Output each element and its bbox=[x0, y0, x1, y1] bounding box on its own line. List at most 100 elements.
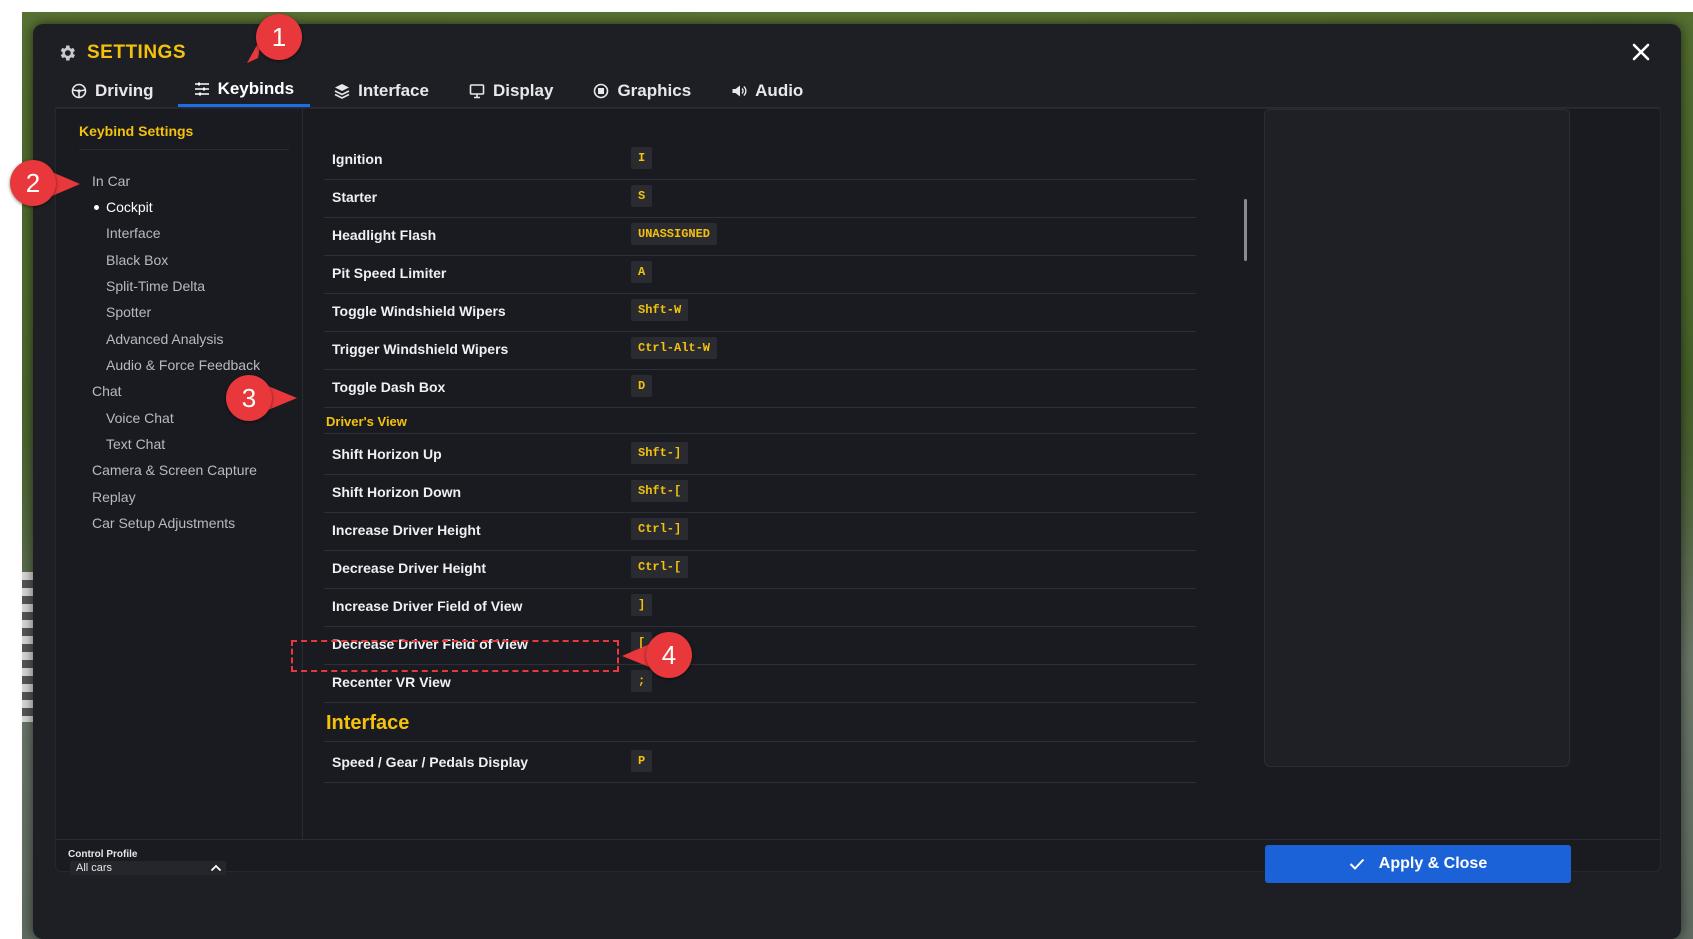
action-label: Toggle Windshield Wipers bbox=[332, 303, 506, 319]
settings-panel: Keybind Settings In Car Cockpit Interfac… bbox=[55, 108, 1661, 883]
key-binding[interactable]: I bbox=[631, 147, 653, 169]
sidebar-item-car-setup[interactable]: Car Setup Adjustments bbox=[92, 515, 235, 531]
keybind-row-increase-fov[interactable]: Increase Driver Field of View ] bbox=[324, 586, 1196, 627]
action-label: Increase Driver Height bbox=[332, 522, 481, 538]
keybind-row-headlight-flash[interactable]: Headlight Flash UNASSIGNED bbox=[324, 215, 1196, 256]
key-binding[interactable]: Ctrl-[ bbox=[631, 556, 689, 578]
keybind-row-trigger-wipers[interactable]: Trigger Windshield Wipers Ctrl-Alt-W bbox=[324, 329, 1196, 370]
keybind-row-toggle-dash-box[interactable]: Toggle Dash Box D bbox=[324, 367, 1196, 408]
callout-1: 1 bbox=[256, 14, 316, 62]
key-binding[interactable]: Ctrl-] bbox=[631, 518, 689, 540]
tab-interface[interactable]: Interface bbox=[318, 74, 445, 107]
key-binding[interactable]: D bbox=[631, 375, 653, 397]
action-label: Pit Speed Limiter bbox=[332, 265, 447, 281]
monitor-icon bbox=[469, 83, 485, 98]
keybind-row-starter[interactable]: Starter S bbox=[324, 177, 1196, 218]
gear-icon bbox=[60, 45, 75, 61]
apply-close-button[interactable]: Apply & Close bbox=[1265, 845, 1571, 883]
list-scrollbar[interactable] bbox=[1244, 199, 1247, 261]
tab-driving[interactable]: Driving bbox=[55, 74, 170, 107]
tab-label: Graphics bbox=[617, 80, 692, 100]
tab-label: Driving bbox=[95, 80, 154, 100]
callout-number: 1 bbox=[256, 14, 302, 60]
sidebar-heading: Keybind Settings bbox=[79, 123, 289, 150]
window-title: SETTINGS bbox=[87, 42, 187, 63]
action-label: Starter bbox=[332, 189, 378, 205]
key-binding[interactable]: Shft-] bbox=[631, 442, 689, 464]
layers-icon bbox=[334, 83, 350, 99]
tab-label: Display bbox=[492, 80, 554, 100]
tab-graphics[interactable]: Graphics bbox=[577, 74, 707, 107]
callout-2: 2 bbox=[10, 160, 70, 208]
section-heading-interface: Interface bbox=[326, 712, 410, 734]
key-binding[interactable]: UNASSIGNED bbox=[631, 223, 718, 245]
steering-wheel-icon bbox=[71, 83, 87, 98]
action-label: Decrease Driver Height bbox=[332, 560, 487, 576]
control-profile-value: All cars bbox=[76, 862, 113, 874]
highlight-recenter-vr-view bbox=[291, 640, 619, 672]
tab-audio[interactable]: Audio bbox=[715, 74, 819, 107]
control-profile-select[interactable]: All cars bbox=[70, 861, 226, 875]
sidebar-item-cockpit[interactable]: Cockpit bbox=[106, 199, 153, 215]
sidebar-item-black-box[interactable]: Black Box bbox=[106, 252, 168, 268]
sidebar-item-chat[interactable]: Chat bbox=[92, 383, 122, 399]
key-binding[interactable]: S bbox=[631, 185, 653, 207]
callout-3: 3 bbox=[226, 375, 286, 423]
keybind-sidebar: Keybind Settings In Car Cockpit Interfac… bbox=[56, 109, 303, 839]
apply-close-label: Apply & Close bbox=[1378, 855, 1488, 872]
section-heading-drivers-view: Driver's View bbox=[326, 414, 407, 429]
key-binding[interactable]: A bbox=[631, 261, 653, 283]
selected-bullet-icon bbox=[94, 205, 99, 210]
sidebar-item-spotter[interactable]: Spotter bbox=[106, 304, 151, 320]
keybind-row-pit-speed-limiter[interactable]: Pit Speed Limiter A bbox=[324, 253, 1196, 294]
tab-keybinds[interactable]: Keybinds bbox=[177, 74, 311, 107]
key-binding[interactable]: Ctrl-Alt-W bbox=[631, 337, 718, 359]
sidebar-item-replay[interactable]: Replay bbox=[92, 489, 136, 505]
keybind-row-speed-gear-pedals[interactable]: Speed / Gear / Pedals Display P bbox=[324, 742, 1196, 783]
keybind-row-shift-horizon-up[interactable]: Shift Horizon Up Shft-] bbox=[324, 434, 1196, 475]
sidebar-item-advanced-analysis[interactable]: Advanced Analysis bbox=[106, 331, 224, 347]
speaker-icon bbox=[732, 85, 747, 96]
key-binding[interactable]: ] bbox=[631, 594, 653, 616]
action-label: Toggle Dash Box bbox=[332, 379, 446, 395]
tab-display[interactable]: Display bbox=[453, 74, 569, 107]
tab-label: Interface bbox=[358, 80, 429, 100]
detail-panel bbox=[1264, 109, 1570, 767]
keybind-row-ignition[interactable]: Ignition I bbox=[324, 139, 1196, 180]
keybind-row-increase-driver-height[interactable]: Increase Driver Height Ctrl-] bbox=[324, 510, 1196, 551]
sidebar-item-interface[interactable]: Interface bbox=[106, 225, 160, 241]
tab-label: Audio bbox=[755, 80, 804, 100]
chevron-up-icon bbox=[210, 864, 222, 872]
tab-bar: Driving Keybinds Interface Display Graph… bbox=[55, 74, 1659, 108]
sidebar-item-split-time-delta[interactable]: Split-Time Delta bbox=[106, 278, 205, 294]
checkmark-icon bbox=[1349, 858, 1364, 870]
sidebar-item-camera-capture[interactable]: Camera & Screen Capture bbox=[92, 462, 257, 478]
action-label: Ignition bbox=[332, 151, 383, 167]
chip-icon bbox=[594, 83, 609, 98]
sidebar-item-in-car[interactable]: In Car bbox=[92, 173, 130, 189]
tab-label: Keybinds bbox=[217, 79, 295, 98]
action-label: Trigger Windshield Wipers bbox=[332, 341, 509, 357]
settings-window: SETTINGS Driving Keybinds Interface Disp… bbox=[33, 24, 1681, 939]
key-binding[interactable]: Shft-W bbox=[631, 299, 689, 321]
close-icon bbox=[1632, 43, 1650, 61]
footer-divider bbox=[56, 839, 1660, 840]
key-binding[interactable]: Shft-[ bbox=[631, 480, 689, 502]
sidebar-item-audio-ffb[interactable]: Audio & Force Feedback bbox=[106, 357, 260, 373]
keybind-row-toggle-wipers[interactable]: Toggle Windshield Wipers Shft-W bbox=[324, 291, 1196, 332]
close-button[interactable] bbox=[1627, 38, 1655, 66]
action-label: Headlight Flash bbox=[332, 227, 437, 243]
sidebar-item-text-chat[interactable]: Text Chat bbox=[106, 436, 165, 452]
keybind-list-icon bbox=[194, 82, 209, 96]
control-profile-label: Control Profile bbox=[68, 849, 138, 860]
keybind-row-shift-horizon-down[interactable]: Shift Horizon Down Shft-[ bbox=[324, 472, 1196, 513]
callout-4: 4 bbox=[646, 632, 706, 680]
callout-number: 3 bbox=[226, 375, 272, 421]
action-label: Shift Horizon Down bbox=[332, 484, 462, 500]
key-binding[interactable]: P bbox=[631, 750, 653, 772]
action-label: Recenter VR View bbox=[332, 674, 451, 690]
callout-number: 4 bbox=[646, 632, 692, 678]
sidebar-item-voice-chat[interactable]: Voice Chat bbox=[106, 410, 174, 426]
keybind-row-decrease-driver-height[interactable]: Decrease Driver Height Ctrl-[ bbox=[324, 548, 1196, 589]
action-label: Increase Driver Field of View bbox=[332, 598, 523, 614]
